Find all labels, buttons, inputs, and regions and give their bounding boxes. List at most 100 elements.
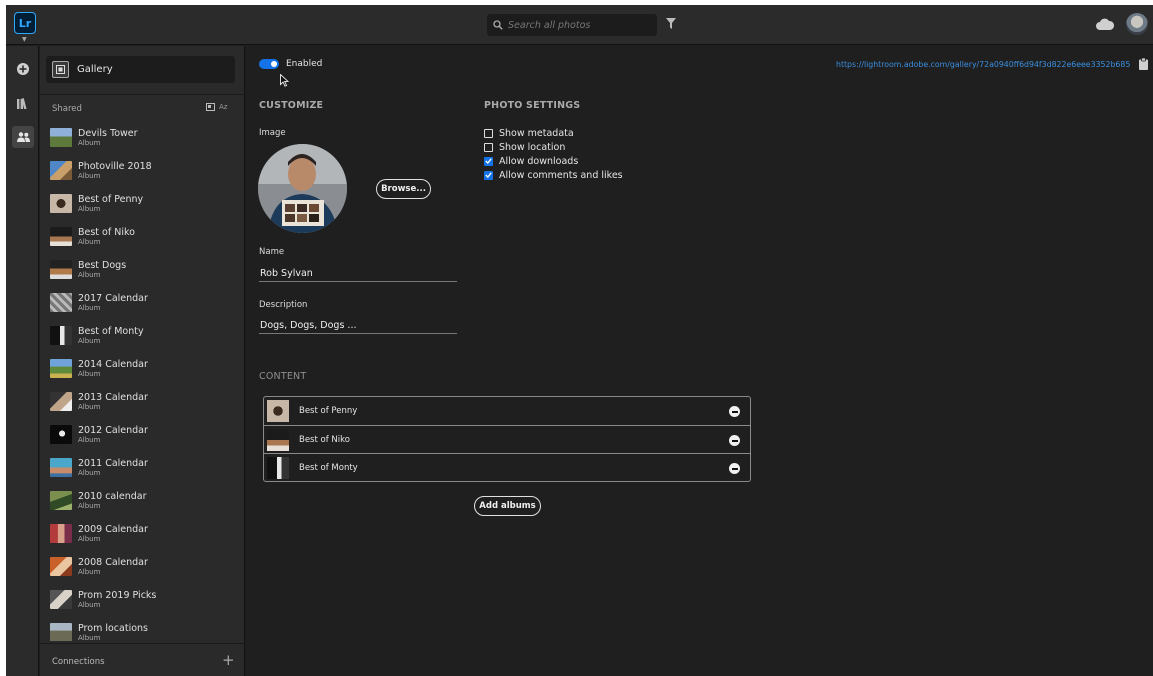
view-toggle-icon[interactable] (206, 103, 215, 111)
album-type: Album (78, 370, 101, 378)
description-field[interactable]: Dogs, Dogs, Dogs ... (259, 316, 457, 334)
shared-label: Shared (52, 104, 82, 114)
cloud-icon[interactable] (1096, 18, 1114, 30)
remove-icon[interactable] (729, 463, 740, 474)
allow-downloads-option[interactable]: Allow downloads (484, 155, 578, 167)
album-item-prom-locations[interactable]: Prom locations Album (40, 623, 245, 641)
album-item-photoville-2018[interactable]: Photoville 2018 Album (40, 161, 245, 194)
album-item-best-dogs[interactable]: Best Dogs Album (40, 260, 245, 293)
album-item-devils-tower[interactable]: Devils Tower Album (40, 128, 245, 161)
gallery-item[interactable]: Gallery (46, 56, 235, 83)
show-location-option[interactable]: Show location (484, 141, 565, 153)
content-album-row[interactable]: Best of Penny (264, 397, 750, 425)
album-thumbnail (50, 425, 72, 444)
album-name: Best of Niko (78, 227, 135, 238)
allow-comments-checkbox[interactable] (484, 170, 493, 180)
album-type: Album (78, 634, 101, 641)
album-name: Best Dogs (78, 260, 127, 271)
album-item-best-of-niko[interactable]: Best of Niko Album (40, 227, 245, 260)
album-name: Best of Penny (78, 194, 144, 205)
sort-az-button[interactable]: Az (219, 103, 227, 111)
album-name: Best of Monty (78, 326, 144, 337)
album-item-2012-calendar[interactable]: 2012 Calendar Album (40, 425, 245, 458)
search-box[interactable] (487, 14, 657, 36)
album-item-best-of-monty[interactable]: Best of Monty Album (40, 326, 245, 359)
name-field[interactable]: Rob Sylvan (259, 264, 457, 282)
content-album-list: Best of Penny Best of Niko Best of Monty (263, 396, 751, 482)
album-thumbnail (50, 128, 72, 147)
album-item-2008-calendar[interactable]: 2008 Calendar Album (40, 557, 245, 590)
album-thumbnail (50, 293, 72, 312)
add-icon (17, 63, 29, 75)
album-item-2011-calendar[interactable]: 2011 Calendar Album (40, 458, 245, 491)
allow-comments-option[interactable]: Allow comments and likes (484, 169, 623, 181)
album-item-2017-calendar[interactable]: 2017 Calendar Album (40, 293, 245, 326)
add-photos-button[interactable] (12, 58, 34, 80)
library-button[interactable] (12, 92, 34, 114)
filter-icon[interactable] (666, 18, 676, 29)
photo-settings-header: PHOTO SETTINGS (484, 100, 581, 111)
clipboard-icon[interactable] (1139, 58, 1148, 70)
remove-icon[interactable] (729, 435, 740, 446)
album-name: 2014 Calendar (78, 359, 148, 370)
album-thumbnail (267, 456, 289, 479)
image-label: Image (259, 128, 286, 138)
enabled-toggle[interactable] (259, 59, 279, 69)
browse-button[interactable]: Browse... (376, 179, 431, 199)
album-item-2014-calendar[interactable]: 2014 Calendar Album (40, 359, 245, 392)
allow-downloads-checkbox[interactable] (484, 156, 493, 166)
sharing-button[interactable] (12, 126, 34, 148)
remove-icon[interactable] (729, 406, 740, 417)
album-list: Devils Tower Album Photoville 2018 Album B… (40, 128, 245, 641)
search-icon (493, 20, 503, 30)
show-metadata-checkbox[interactable] (484, 128, 493, 138)
album-item-2009-calendar[interactable]: 2009 Calendar Album (40, 524, 245, 557)
album-thumbnail (50, 557, 72, 576)
add-connection-icon[interactable]: + (222, 653, 235, 668)
album-type: Album (78, 271, 101, 279)
album-thumbnail (50, 227, 72, 246)
album-item-2010-calendar[interactable]: 2010 calendar Album (40, 491, 245, 524)
album-type: Album (78, 469, 101, 477)
album-type: Album (78, 304, 101, 312)
search-input[interactable] (508, 19, 638, 31)
album-item-best-of-penny[interactable]: Best of Penny Album (40, 194, 245, 227)
content-album-row[interactable]: Best of Monty (264, 453, 750, 481)
album-type: Album (78, 403, 101, 411)
album-name: 2017 Calendar (78, 293, 148, 304)
gallery-url-link[interactable]: https://lightroom.adobe.com/gallery/72a0… (836, 60, 1130, 69)
album-name: 2011 Calendar (78, 458, 148, 469)
album-thumbnail (50, 491, 72, 510)
chevron-down-icon[interactable]: ▼ (22, 36, 27, 43)
album-thumbnail (50, 260, 72, 279)
name-label: Name (259, 247, 285, 257)
lightroom-app: Lr ▼ Search all photos Gallery Shared Az… (6, 5, 1153, 676)
album-name: 2010 calendar (78, 491, 147, 502)
album-thumbnail (50, 326, 72, 345)
checkmark-icon (485, 158, 492, 164)
album-name: Prom locations (78, 623, 148, 634)
album-name: 2012 Calendar (78, 425, 148, 436)
checkbox-label: Show location (499, 141, 566, 153)
album-type: Album (78, 601, 101, 609)
connections-label: Connections (52, 657, 105, 667)
checkbox-label: Allow comments and likes (499, 169, 623, 181)
album-item-2013-calendar[interactable]: 2013 Calendar Album (40, 392, 245, 425)
mouse-cursor-icon (280, 74, 289, 87)
show-metadata-option[interactable]: Show metadata (484, 127, 574, 139)
add-albums-button[interactable]: Add albums (474, 496, 541, 516)
album-thumbnail (267, 400, 289, 422)
content-album-row[interactable]: Best of Niko (264, 425, 750, 453)
show-location-checkbox[interactable] (484, 142, 493, 152)
album-thumbnail (267, 428, 289, 451)
people-icon (16, 132, 30, 142)
customize-header: CUSTOMIZE (259, 100, 324, 111)
content-album-name: Best of Penny (299, 406, 358, 416)
gallery-settings-panel: Enabled https://lightroom.adobe.com/gall… (246, 46, 1153, 676)
user-avatar[interactable] (1126, 13, 1148, 35)
album-thumbnail (50, 392, 72, 411)
album-item-prom-2019-picks[interactable]: Prom 2019 Picks Album (40, 590, 245, 623)
library-icon (17, 97, 27, 109)
lightroom-logo[interactable]: Lr (14, 12, 36, 34)
profile-image (258, 144, 347, 233)
